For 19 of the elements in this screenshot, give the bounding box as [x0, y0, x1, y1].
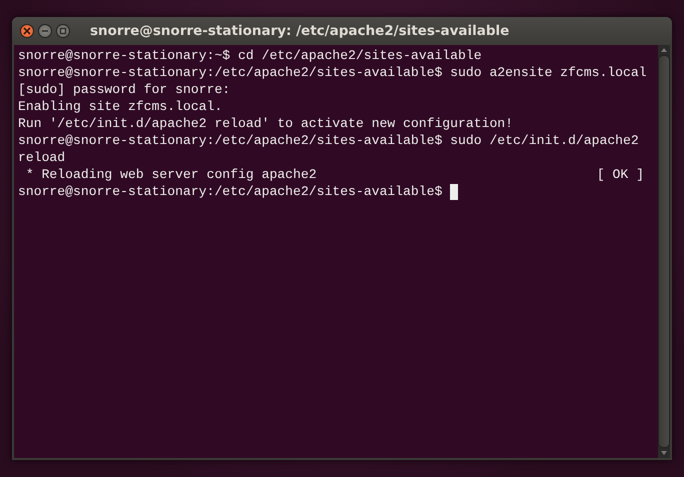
terminal-line: snorre@snorre-stationary:/etc/apache2/sites-available$ sudo /etc/init.d/apache2: [18, 132, 639, 149]
scroll-down-icon[interactable]: [660, 450, 668, 456]
close-icon: [23, 27, 31, 35]
terminal-line: Enabling site zfcms.local.: [18, 98, 222, 115]
terminal-line: Run '/etc/init.d/apache2 reload' to activate new configuration!: [18, 115, 514, 132]
terminal-prompt: snorre@snorre-stationary:/etc/apache2/sites-available$: [18, 183, 442, 200]
terminal-line: snorre@snorre-stationary:/etc/apache2/sites-available$ sudo a2ensite zfcms.local: [18, 64, 647, 81]
minimize-icon: [41, 27, 49, 35]
minimize-button[interactable]: [38, 24, 52, 38]
window-title: snorre@snorre-stationary: /etc/apache2/sites-available: [90, 23, 510, 39]
close-button[interactable]: [20, 24, 34, 38]
terminal-line: [sudo] password for snorre:: [18, 81, 230, 98]
terminal-line: reload: [18, 149, 66, 166]
scroll-up-icon[interactable]: [660, 47, 668, 53]
maximize-icon: [59, 27, 67, 35]
terminal-line: snorre@snorre-stationary:~$ cd /etc/apache2/sites-available: [18, 47, 482, 64]
maximize-button[interactable]: [56, 24, 70, 38]
status-text: [ OK ]: [596, 166, 644, 183]
terminal-line: * Reloading web server config apache2: [24, 166, 317, 183]
